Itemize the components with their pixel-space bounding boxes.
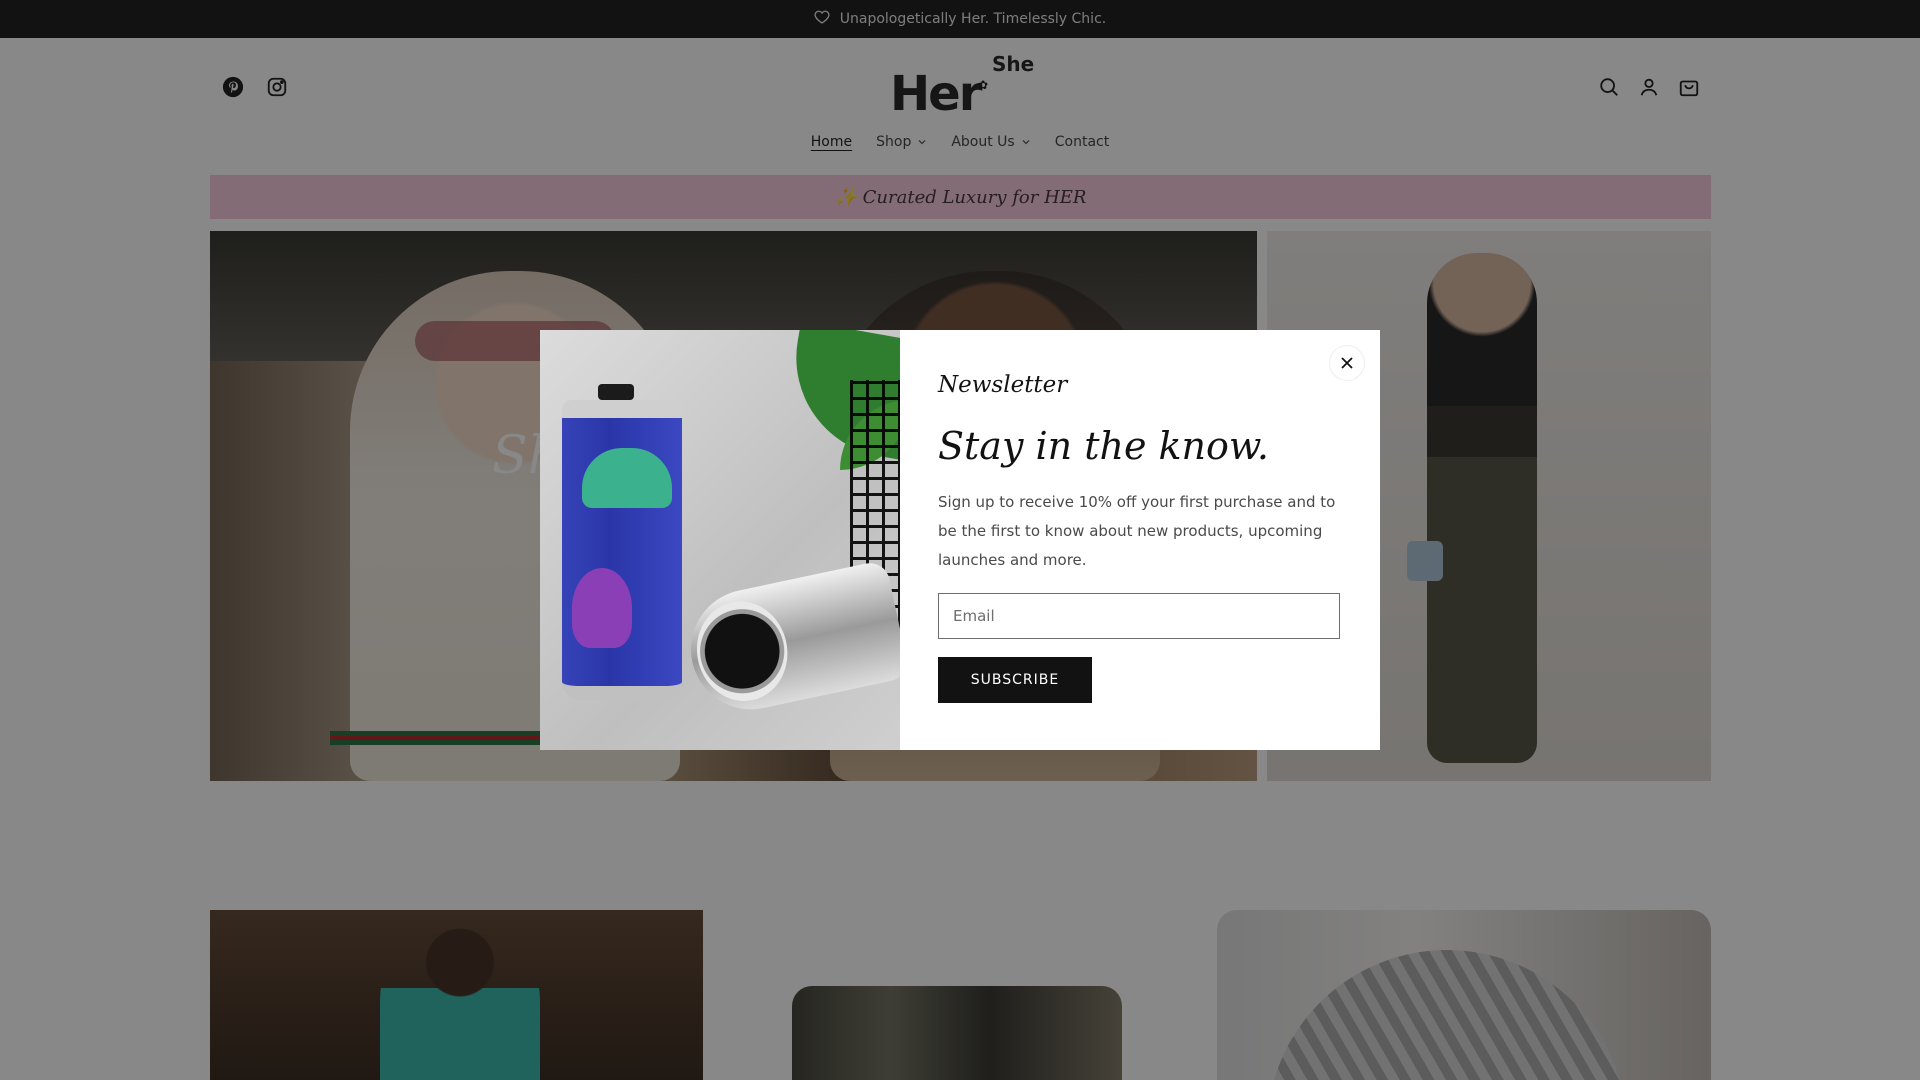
newsletter-image — [540, 330, 900, 750]
close-button[interactable] — [1330, 346, 1364, 380]
newsletter-eyebrow: Newsletter — [938, 372, 1068, 398]
subscribe-button[interactable]: SUBSCRIBE — [938, 657, 1092, 703]
tumbler-lid — [598, 384, 634, 400]
tumbler-opening — [687, 592, 797, 710]
newsletter-modal: Newsletter Stay in the know. Sign up to … — [540, 330, 1380, 750]
iris-print — [572, 568, 632, 648]
newsletter-headline: Stay in the know. — [938, 424, 1269, 468]
moth-print — [582, 448, 672, 508]
close-icon — [1341, 357, 1353, 369]
newsletter-content: Newsletter Stay in the know. Sign up to … — [900, 330, 1380, 750]
newsletter-description: Sign up to receive 10% off your first pu… — [938, 493, 1336, 569]
tumbler-product — [562, 384, 682, 700]
email-field[interactable] — [938, 593, 1340, 639]
steel-tumbler — [679, 559, 900, 721]
